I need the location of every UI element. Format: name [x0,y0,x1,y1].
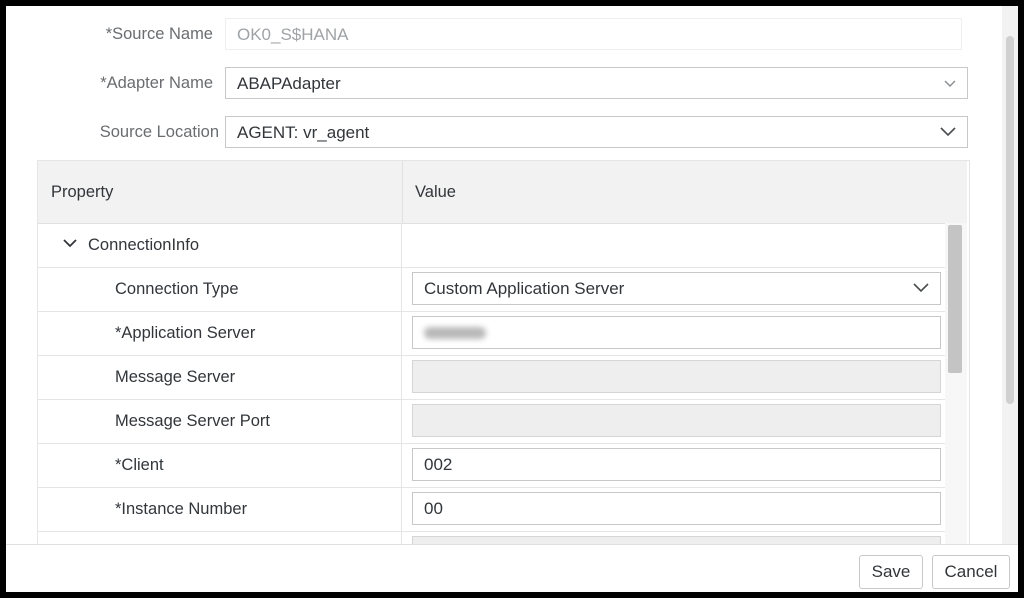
chevron-down-icon[interactable] [62,222,78,266]
table-row: *Client 002 [38,443,945,488]
adapter-name-label: *Adapter Name [100,74,213,92]
property-grid: Property Value ConnectionInfo Connection… [37,160,970,552]
property-label: *Client [38,443,402,487]
adapter-name-select[interactable]: ABAPAdapter [225,67,968,99]
grid-scrollbar-thumb[interactable] [948,225,962,373]
chevron-down-icon[interactable] [943,68,957,100]
source-location-value: AGENT: vr_agent [237,123,370,142]
value-cell: 00 [402,487,945,531]
client-input[interactable]: 002 [412,448,941,481]
group-label: ConnectionInfo [88,236,199,254]
adapter-name-value: ABAPAdapter [237,74,341,93]
dialog-footer: Save Cancel [6,544,1018,592]
column-header-property[interactable]: Property [51,161,113,223]
property-label: *Application Server [38,311,402,355]
dialog-scrollbar-thumb[interactable] [1006,36,1014,404]
property-label: Message Server Port [38,399,402,443]
grid-header: Property Value [38,161,945,224]
source-location-select[interactable]: AGENT: vr_agent [225,116,968,148]
table-row: Message Server [38,355,945,400]
table-row: Message Server Port [38,399,945,444]
value-cell [402,355,945,399]
column-header-value[interactable]: Value [402,161,945,223]
chevron-down-icon[interactable] [939,117,957,149]
table-row: Connection Type Custom Application Serve… [38,267,945,312]
dialog-window: *Source Name OK0_S$HANA *Adapter Name AB… [6,6,1018,592]
connection-type-select[interactable]: Custom Application Server [412,272,941,305]
table-row: *Application Server [38,311,945,356]
source-name-value: OK0_S$HANA [237,25,349,44]
group-cell: ConnectionInfo [38,223,402,267]
message-server-port-input [412,404,941,437]
application-server-input[interactable] [412,316,941,349]
message-server-input [412,360,941,393]
source-name-label: *Source Name [105,25,213,43]
connection-type-value: Custom Application Server [424,279,625,298]
redacted-value [424,327,486,339]
table-row: *Instance Number 00 [38,487,945,532]
group-value-cell [402,223,945,267]
group-row-connectioninfo[interactable]: ConnectionInfo [38,223,945,268]
dialog-scrollbar[interactable] [1002,6,1018,544]
value-cell: 002 [402,443,945,487]
chevron-down-icon[interactable] [912,273,930,304]
grid-scrollbar[interactable] [945,223,967,551]
value-cell [402,399,945,443]
cancel-button[interactable]: Cancel [932,555,1010,589]
instance-number-input[interactable]: 00 [412,492,941,525]
grid-header-filler [945,161,967,223]
value-cell: Custom Application Server [402,267,945,311]
property-label: Message Server [38,355,402,399]
value-cell [402,311,945,355]
property-label: *Instance Number [38,487,402,531]
source-name-field: OK0_S$HANA [225,18,962,50]
property-label: Connection Type [38,267,402,311]
source-location-label: Source Location [99,123,219,141]
save-button[interactable]: Save [859,555,923,589]
